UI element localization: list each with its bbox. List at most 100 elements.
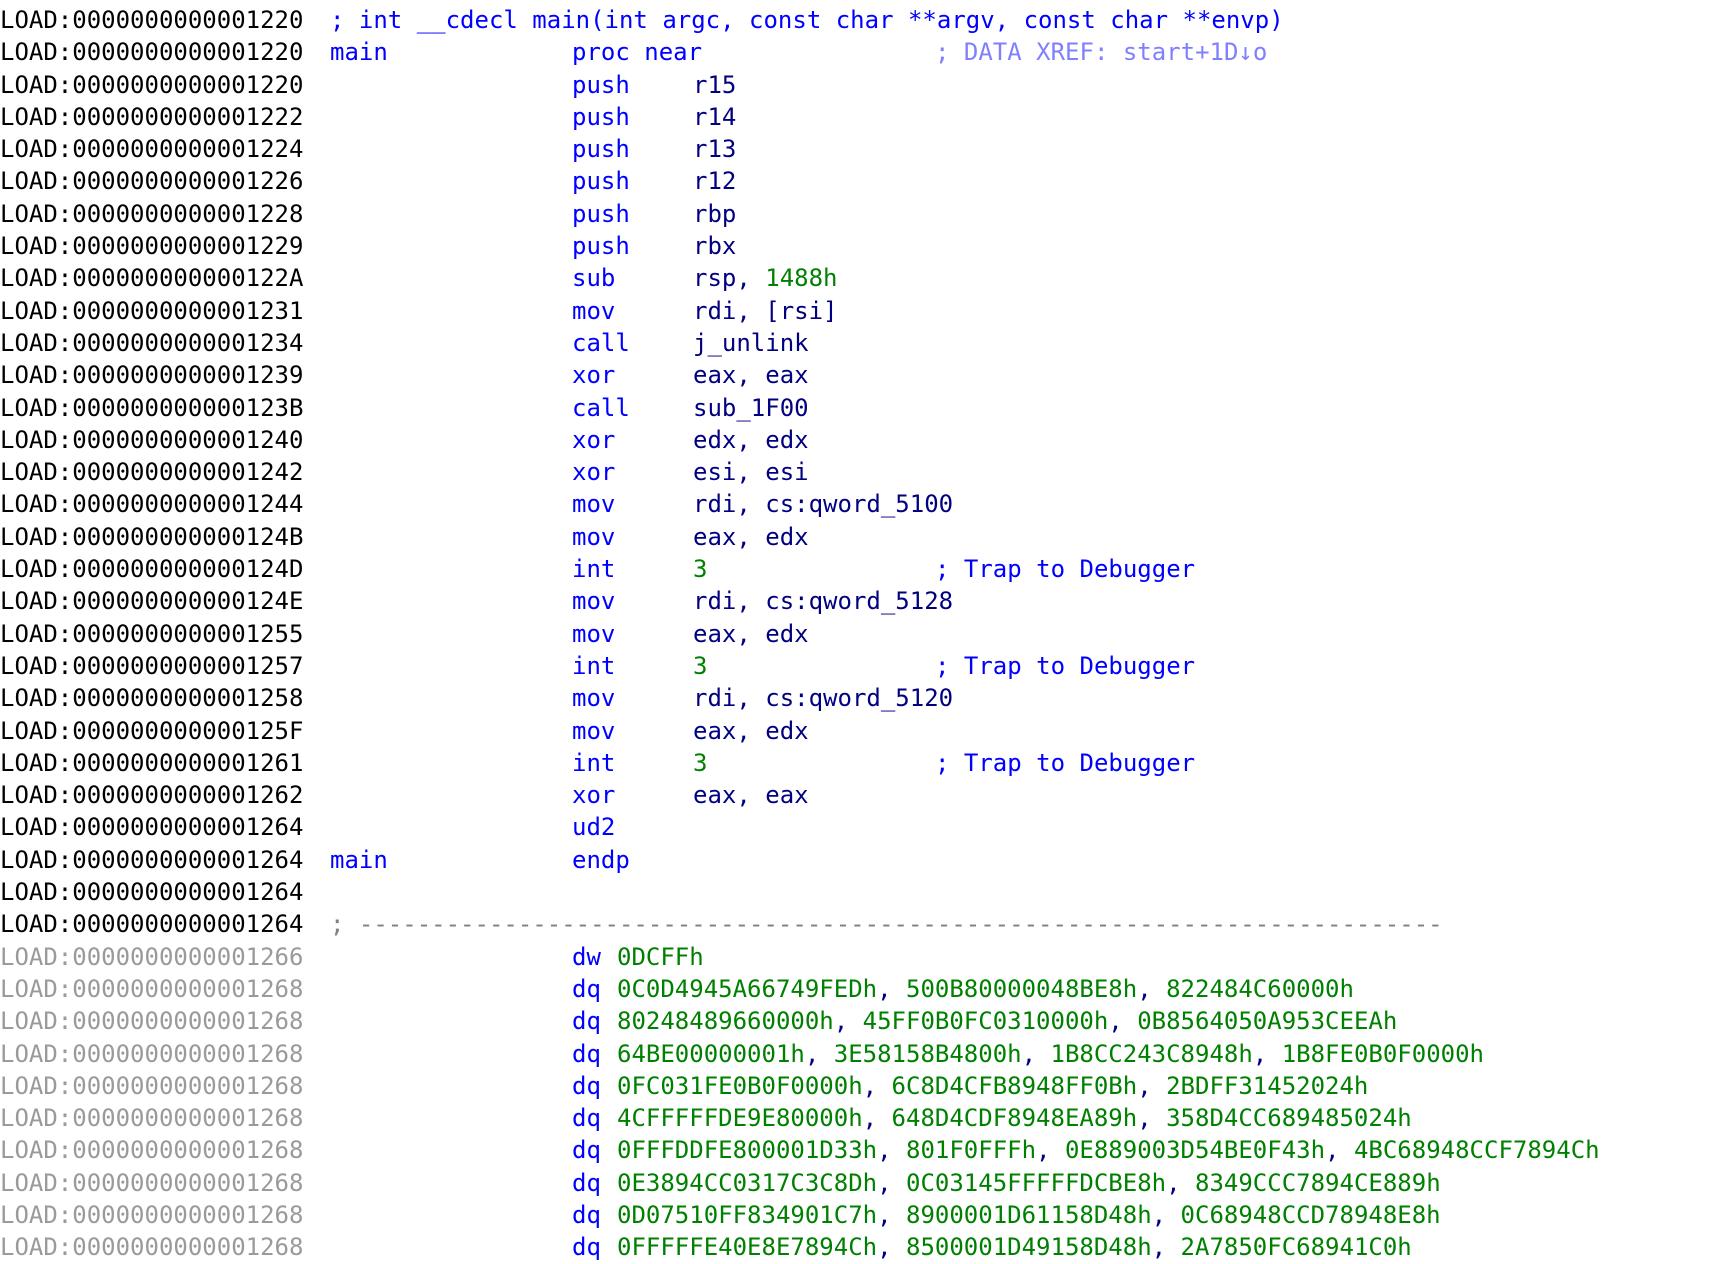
listing-line[interactable]: LOAD:000000000000123B call sub_1F00 <box>0 392 1714 424</box>
instruction-operands[interactable]: r12 <box>693 165 736 197</box>
instruction-operands[interactable]: rsp, 1488h <box>693 262 838 294</box>
listing-line[interactable]: LOAD:0000000000001234 call j_unlink <box>0 327 1714 359</box>
listing-line[interactable]: LOAD:0000000000001229 push rbx <box>0 230 1714 262</box>
listing-line[interactable]: LOAD:0000000000001220 main proc near ; DATA… <box>0 36 1714 68</box>
listing-line[interactable]: LOAD:0000000000001257 int 3 ; Trap to Debug… <box>0 650 1714 682</box>
listing-line[interactable]: LOAD:0000000000001266 dw 0DCFFh <box>0 941 1714 973</box>
instruction-mnemonic: call <box>572 393 630 422</box>
data-values[interactable]: 0FFFFFE40E8E7894Ch, 8500001D49158D48h, 2… <box>617 1231 1412 1263</box>
data-value: 0E3894CC0317C3C8Dh <box>617 1168 878 1197</box>
data-values[interactable]: 80248489660000h, 45FF0B0FC0310000h, 0B85… <box>617 1005 1397 1037</box>
listing-line[interactable]: LOAD:0000000000001226 push r12 <box>0 165 1714 197</box>
listing-line[interactable]: LOAD:0000000000001264 main endp <box>0 844 1714 876</box>
listing-line[interactable]: LOAD:0000000000001268 dq 0D07510FF834901C7… <box>0 1199 1714 1231</box>
data-values[interactable]: 0DCFFh <box>617 941 704 973</box>
line-address: LOAD:0000000000001268 <box>0 974 304 1003</box>
listing-line[interactable]: LOAD:0000000000001222 push r14 <box>0 101 1714 133</box>
listing-line[interactable]: LOAD:0000000000001239 xor eax, eax <box>0 359 1714 391</box>
listing-line[interactable]: LOAD:0000000000001240 xor edx, edx <box>0 424 1714 456</box>
instruction-operands[interactable]: esi, esi <box>693 456 809 488</box>
listing-line[interactable]: LOAD:000000000000124B mov eax, edx <box>0 521 1714 553</box>
listing-line[interactable]: LOAD:0000000000001268 dq 0C0D4945A66749FED… <box>0 973 1714 1005</box>
data-value: 0DCFFh <box>617 942 704 971</box>
instruction-operands[interactable]: eax, eax <box>693 359 809 391</box>
data-values[interactable]: 4CFFFFFDE9E80000h, 648D4CDF8948EA89h, 35… <box>617 1102 1412 1134</box>
listing-line[interactable]: LOAD:0000000000001224 push r13 <box>0 133 1714 165</box>
immediate-value: 1488h <box>765 264 838 293</box>
immediate-value: 3 <box>693 555 708 584</box>
instruction-mnemonic: int <box>572 555 616 584</box>
listing-line[interactable]: LOAD:0000000000001268 dq 0FFFDDFE800001D33… <box>0 1134 1714 1166</box>
instruction-operands[interactable]: rdi, cs:qword_5120 <box>693 682 953 714</box>
listing-line[interactable]: LOAD:0000000000001261 int 3 ; Trap to Debug… <box>0 747 1714 779</box>
listing-line[interactable]: LOAD:0000000000001268 dq 64BE00000001h, 3E… <box>0 1038 1714 1070</box>
listing-line[interactable]: LOAD:0000000000001268 dq 0E3894CC0317C3C8D… <box>0 1167 1714 1199</box>
instruction-operands[interactable]: rdi, cs:qword_5100 <box>693 488 953 520</box>
data-values[interactable]: 0C0D4945A66749FEDh, 500B80000048BE8h, 82… <box>617 973 1354 1005</box>
line-address: LOAD:0000000000001258 <box>0 684 304 713</box>
value-separator: , <box>1137 1104 1167 1133</box>
listing-line[interactable]: LOAD:0000000000001264 ud2 <box>0 811 1714 843</box>
instruction-operands[interactable]: r15 <box>693 69 736 101</box>
instruction-operands[interactable]: rbx <box>693 230 736 262</box>
instruction-mnemonic: mov <box>572 296 616 325</box>
instruction-mnemonic: int <box>572 748 616 777</box>
listing-line[interactable]: LOAD:0000000000001268 dq 0FC031FE0B0F0000h… <box>0 1070 1714 1102</box>
operand-text: esi, esi <box>693 458 809 487</box>
disassembly-listing[interactable]: LOAD:0000000000001220 ; int __cdecl main(… <box>0 4 1714 1264</box>
instruction-mnemonic: ud2 <box>572 813 616 842</box>
listing-line[interactable]: LOAD:0000000000001264 <box>0 876 1714 908</box>
data-directive: dq <box>572 1200 601 1229</box>
instruction-operands[interactable]: rdi, [rsi] <box>693 295 838 327</box>
listing-line[interactable]: LOAD:0000000000001268 dq 0FFFFFE40E8E7894C… <box>0 1231 1714 1263</box>
proc-label[interactable]: main <box>330 36 388 68</box>
line-address: LOAD:0000000000001268 <box>0 1104 304 1133</box>
listing-line[interactable]: LOAD:0000000000001231 mov rdi, [rsi] <box>0 295 1714 327</box>
instruction-operands[interactable]: r14 <box>693 101 736 133</box>
listing-line[interactable]: LOAD:0000000000001242 xor esi, esi <box>0 456 1714 488</box>
instruction-operands[interactable]: edx, edx <box>693 424 809 456</box>
listing-line[interactable]: LOAD:0000000000001220 ; int __cdecl main(… <box>0 4 1714 36</box>
line-address: LOAD:0000000000001220 <box>0 6 304 34</box>
listing-line[interactable]: LOAD:000000000000124D int 3 ; Trap to Debug… <box>0 553 1714 585</box>
proc-label[interactable]: main <box>330 844 388 876</box>
line-address: LOAD:0000000000001222 <box>0 102 304 131</box>
instruction-operands[interactable]: eax, edx <box>693 521 809 553</box>
line-address: LOAD:0000000000001226 <box>0 167 304 196</box>
data-value: 45FF0B0FC0310000h <box>862 1007 1109 1036</box>
listing-line[interactable]: LOAD:0000000000001220 push r15 <box>0 69 1714 101</box>
instruction-operands[interactable]: 3 <box>693 747 707 779</box>
data-values[interactable]: 0FFFDDFE800001D33h, 801F0FFFh, 0E889003D… <box>617 1134 1600 1166</box>
listing-line[interactable]: LOAD:0000000000001228 push rbp <box>0 198 1714 230</box>
listing-line[interactable]: LOAD:0000000000001268 dq 4CFFFFFDE9E80000h… <box>0 1102 1714 1134</box>
listing-line[interactable]: LOAD:000000000000122A sub rsp, 1488h <box>0 262 1714 294</box>
instruction-operands[interactable]: eax, edx <box>693 715 809 747</box>
line-address: LOAD:000000000000124D <box>0 555 304 584</box>
listing-line[interactable]: LOAD:0000000000001262 xor eax, eax <box>0 779 1714 811</box>
instruction-operands[interactable]: 3 <box>693 553 707 585</box>
xref-comment[interactable]: ; DATA XREF: start+1D↓o <box>935 36 1267 68</box>
instruction-operands[interactable]: r13 <box>693 133 736 165</box>
instruction-operands[interactable]: rdi, cs:qword_5128 <box>693 585 953 617</box>
listing-line[interactable]: LOAD:0000000000001268 dq 80248489660000h, … <box>0 1005 1714 1037</box>
instruction-operands[interactable]: rbp <box>693 198 736 230</box>
data-values[interactable]: 0D07510FF834901C7h, 8900001D61158D48h, 0… <box>617 1199 1441 1231</box>
data-values[interactable]: 64BE00000001h, 3E58158B4800h, 1B8CC243C8… <box>617 1038 1484 1070</box>
listing-line[interactable]: LOAD:0000000000001244 mov rdi, cs:qword_51… <box>0 488 1714 520</box>
listing-line[interactable]: LOAD:0000000000001255 mov eax, edx <box>0 618 1714 650</box>
instruction-operands[interactable]: 3 <box>693 650 707 682</box>
line-address: LOAD:0000000000001255 <box>0 619 304 648</box>
instruction-mnemonic: int <box>572 651 616 680</box>
listing-line[interactable]: LOAD:0000000000001264 ; -----------------… <box>0 908 1714 940</box>
listing-line[interactable]: LOAD:0000000000001258 mov rdi, cs:qword_51… <box>0 682 1714 714</box>
instruction-operands[interactable]: eax, edx <box>693 618 809 650</box>
data-values[interactable]: 0E3894CC0317C3C8Dh, 0C03145FFFFFDCBE8h, … <box>617 1167 1441 1199</box>
data-values[interactable]: 0FC031FE0B0F0000h, 6C8D4CFB8948FF0Bh, 2B… <box>617 1070 1368 1102</box>
listing-line[interactable]: LOAD:000000000000124E mov rdi, cs:qword_51… <box>0 585 1714 617</box>
instruction-operands[interactable]: sub_1F00 <box>693 392 809 424</box>
instruction-operands[interactable]: j_unlink <box>693 327 809 359</box>
instruction-operands[interactable]: eax, eax <box>693 779 809 811</box>
listing-line[interactable]: LOAD:000000000000125F mov eax, edx <box>0 715 1714 747</box>
operand-text: r14 <box>693 102 737 131</box>
instruction-mnemonic: mov <box>572 684 616 713</box>
